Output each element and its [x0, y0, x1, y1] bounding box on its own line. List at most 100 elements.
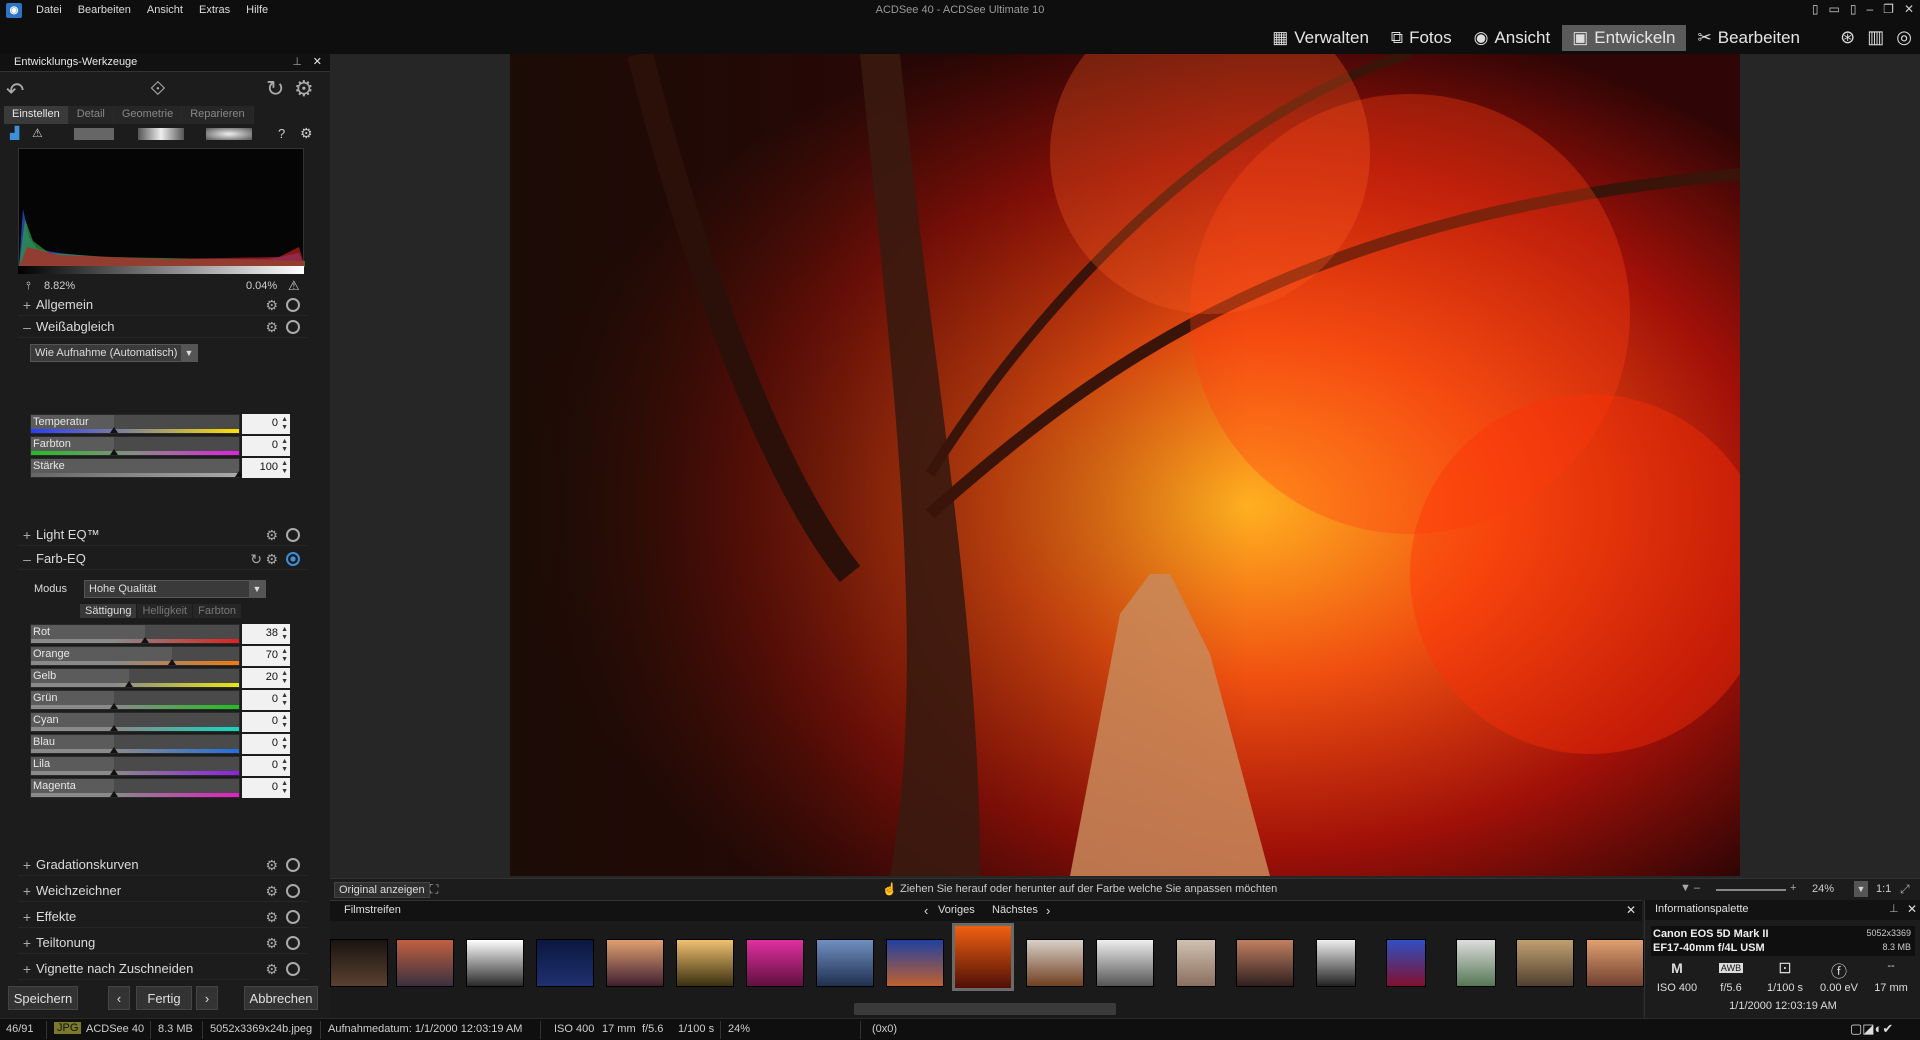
save-button[interactable]: Speichern	[8, 986, 78, 1010]
section-farbeq[interactable]: – Farb-EQ ↻ ⚙	[18, 548, 308, 570]
spin-icon[interactable]: ▲ ▼	[281, 780, 288, 796]
thumbnail[interactable]	[676, 939, 734, 987]
slider-value[interactable]: 0 ▲ ▼	[242, 756, 290, 776]
slider-value[interactable]: 0 ▲ ▼	[242, 414, 290, 434]
histogram-settings-icon[interactable]: ⚙	[300, 125, 313, 142]
layout-left-icon[interactable]: ▯	[1812, 2, 1819, 16]
thumbnail[interactable]	[952, 923, 1014, 991]
prev-arrow-icon[interactable]: ‹	[108, 986, 130, 1010]
gear-icon[interactable]: ⚙	[265, 551, 278, 568]
spin-icon[interactable]: ▲ ▼	[281, 648, 288, 664]
zoom-slider[interactable]	[1716, 889, 1786, 891]
thumbnail[interactable]	[1176, 939, 1216, 987]
gear-icon[interactable]: ⚙	[265, 857, 278, 874]
pin-icon[interactable]: ⊥	[292, 55, 302, 68]
thumbnail[interactable]	[1456, 939, 1496, 987]
fit-icon[interactable]: ⤢	[1900, 882, 1910, 897]
minimize-icon[interactable]: –	[1866, 2, 1873, 16]
365-icon[interactable]: ⊛	[1840, 27, 1855, 48]
spin-icon[interactable]: ▲ ▼	[281, 670, 288, 686]
histogram-icon[interactable]: ▟	[10, 126, 19, 140]
slider-handle[interactable]	[110, 769, 118, 775]
slider-value[interactable]: 0 ▲ ▼	[242, 690, 290, 710]
gear-icon[interactable]: ⚙	[265, 961, 278, 978]
close-icon[interactable]: ✕	[1904, 2, 1914, 16]
slider-handle[interactable]	[141, 637, 149, 643]
toggle-icon[interactable]	[286, 528, 300, 542]
slider-value[interactable]: 70 ▲ ▼	[242, 646, 290, 666]
section-teiltonung[interactable]: + Teiltonung ⚙	[18, 932, 308, 954]
prev-button[interactable]: Voriges	[938, 904, 975, 916]
status-icons[interactable]: ▢◪◐✔	[1850, 1021, 1893, 1037]
section-effekte[interactable]: + Effekte ⚙	[18, 906, 308, 928]
cancel-button[interactable]: Abbrechen	[244, 986, 318, 1010]
gear-icon[interactable]: ⚙	[265, 319, 278, 336]
thumbnail[interactable]	[1316, 939, 1356, 987]
show-original-button[interactable]: Original anzeigen	[334, 882, 430, 898]
spin-icon[interactable]: ▲ ▼	[281, 736, 288, 752]
toggle-icon[interactable]	[286, 936, 300, 950]
thumbnail[interactable]	[396, 939, 454, 987]
thumbnail[interactable]	[1026, 939, 1084, 987]
zoom-out-icon[interactable]: ▼ –	[1680, 882, 1700, 894]
mask-icon[interactable]	[74, 128, 114, 140]
done-button[interactable]: Fertig	[136, 986, 192, 1010]
prev-chevron-icon[interactable]: ‹	[924, 903, 928, 918]
wb-preset-dropdown[interactable]: Wie Aufnahme (Automatisch) ▼	[30, 344, 198, 362]
tab-detail[interactable]: Detail	[68, 106, 114, 124]
filmstrip-close-icon[interactable]: ✕	[1626, 903, 1636, 917]
auto-icon[interactable]: ⟐	[150, 78, 166, 101]
ceq-slider-7[interactable]: Magenta 0 ▲ ▼	[30, 778, 290, 800]
slider-handle[interactable]	[168, 659, 176, 665]
section-allgemein[interactable]: + Allgemein ⚙	[18, 294, 308, 316]
ceq-slider-4[interactable]: Cyan 0 ▲ ▼	[30, 712, 290, 734]
thumbnail[interactable]	[886, 939, 944, 987]
modus-dropdown[interactable]: Hohe Qualität ▼	[84, 580, 266, 598]
ceq-slider-1[interactable]: Orange 70 ▲ ▼	[30, 646, 290, 668]
slider-handle[interactable]	[110, 703, 118, 709]
gradient-mask-icon[interactable]	[138, 128, 184, 140]
undo-icon[interactable]: ↶	[6, 78, 24, 104]
gear-icon[interactable]: ⚙	[265, 297, 278, 314]
reset-icon[interactable]: ↻	[266, 76, 284, 102]
thumbnail[interactable]	[746, 939, 804, 987]
zoom-in-icon[interactable]: +	[1790, 882, 1796, 894]
slider-track[interactable]: Farbton	[30, 436, 240, 456]
settings-gear-icon[interactable]: ⚙	[294, 76, 314, 102]
dashboard-icon[interactable]: ▥	[1867, 27, 1884, 48]
slider-value[interactable]: 38 ▲ ▼	[242, 624, 290, 644]
slider-track[interactable]: Magenta	[30, 778, 240, 798]
warning-icon[interactable]: ⚠	[32, 126, 43, 140]
zoom-dropdown-icon[interactable]: ▼	[1854, 881, 1868, 897]
wb-slider-0[interactable]: Temperatur 0 ▲ ▼	[30, 414, 290, 436]
thumbnail[interactable]	[466, 939, 524, 987]
pin-icon[interactable]: ⊥	[1889, 902, 1899, 915]
gear-icon[interactable]: ⚙	[265, 935, 278, 952]
toggle-icon[interactable]	[286, 962, 300, 976]
spin-icon[interactable]: ▲ ▼	[281, 438, 288, 454]
mode-entwickeln[interactable]: ▣ Entwickeln	[1562, 25, 1686, 51]
ceq-slider-3[interactable]: Grün 0 ▲ ▼	[30, 690, 290, 712]
slider-track[interactable]: Lila	[30, 756, 240, 776]
panel-close-icon[interactable]: ✕	[313, 55, 322, 68]
gear-icon[interactable]: ⚙	[265, 527, 278, 544]
thumbnail[interactable]	[1096, 939, 1154, 987]
info-close-icon[interactable]: ✕	[1907, 902, 1917, 916]
thumbnail[interactable]	[330, 939, 388, 987]
slider-track[interactable]: Cyan	[30, 712, 240, 732]
layout-right-icon[interactable]: ▯	[1850, 2, 1857, 16]
mode-fotos[interactable]: ⧉ Fotos	[1381, 25, 1462, 51]
slider-handle[interactable]	[110, 747, 118, 753]
toggle-on-icon[interactable]	[286, 552, 300, 566]
slider-handle[interactable]	[110, 449, 118, 455]
thumbnail[interactable]	[606, 939, 664, 987]
spin-icon[interactable]: ▲ ▼	[281, 460, 288, 476]
tab-einstellen[interactable]: Einstellen	[4, 106, 69, 124]
help-icon[interactable]: ?	[278, 126, 285, 141]
clip-left-icon[interactable]: ⫯	[26, 280, 31, 293]
spin-icon[interactable]: ▲ ▼	[281, 692, 288, 708]
toggle-icon[interactable]	[286, 884, 300, 898]
tab-geometrie[interactable]: Geometrie	[113, 106, 183, 124]
thumbnail[interactable]	[1516, 939, 1574, 987]
slider-track[interactable]: Orange	[30, 646, 240, 666]
